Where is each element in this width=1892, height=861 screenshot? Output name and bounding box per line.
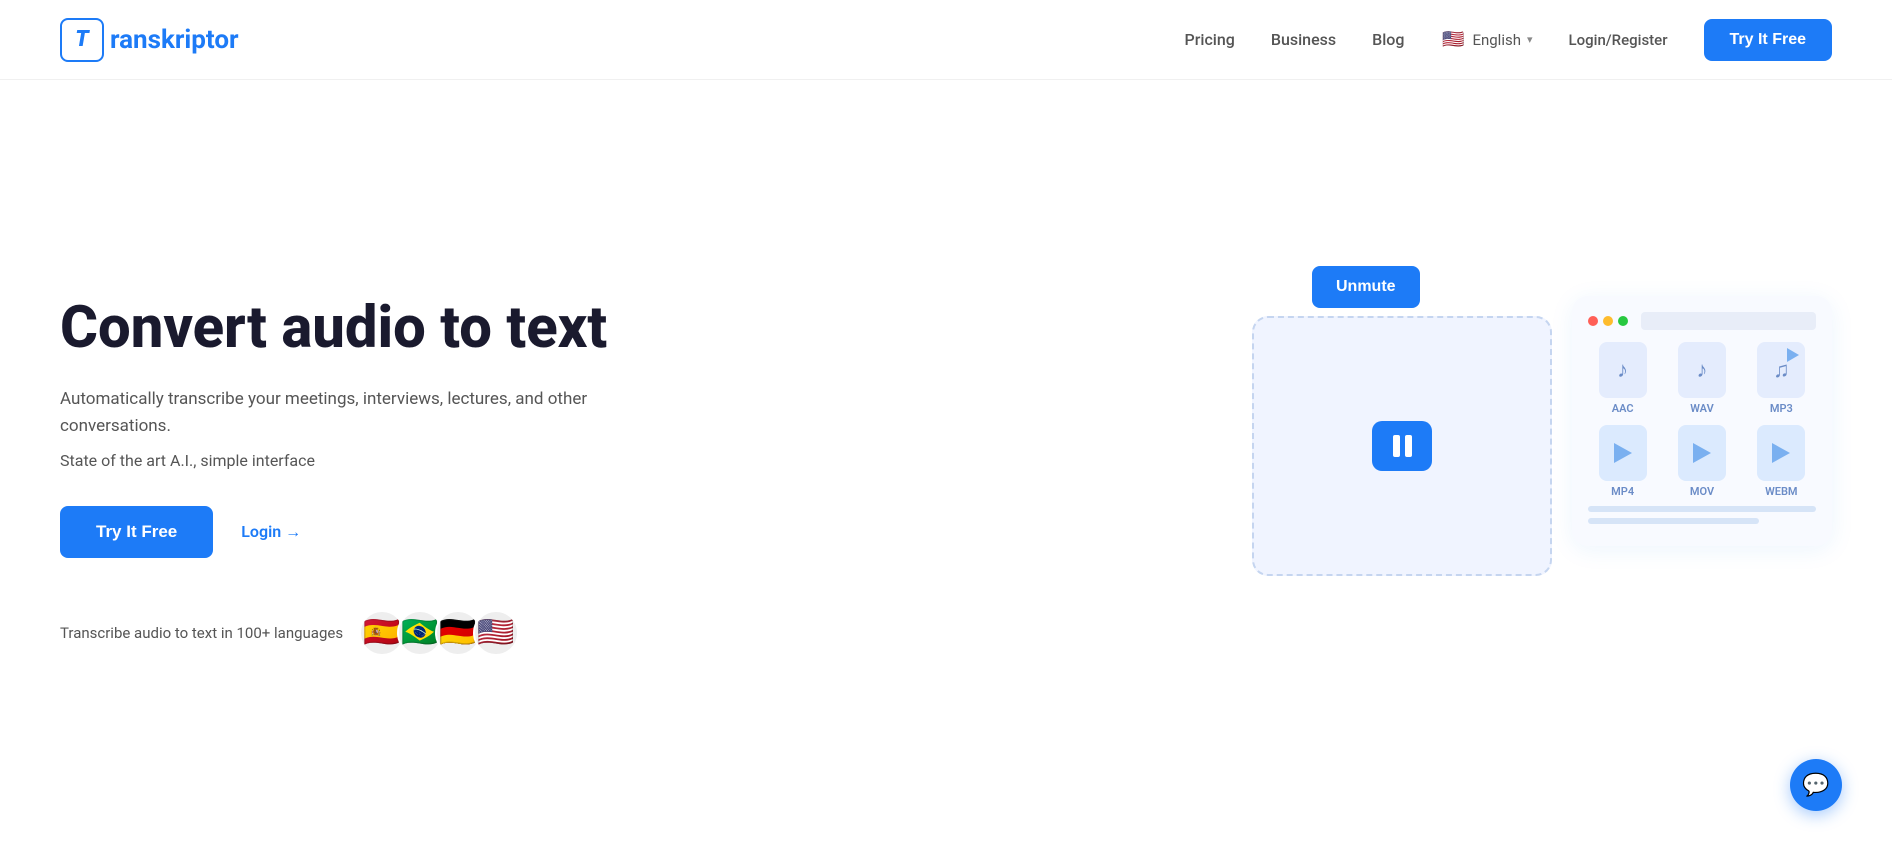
hero-subtitle2: State of the art A.I., simple interface <box>60 451 640 470</box>
pause-icon <box>1393 435 1412 457</box>
logo-text: ranskriptor <box>110 25 239 55</box>
file-label-webm: WEBM <box>1765 485 1797 498</box>
pause-button[interactable] <box>1372 421 1432 471</box>
login-link[interactable]: Login → <box>241 522 301 542</box>
flag-usa: 🇺🇸 <box>473 610 519 656</box>
flags-group: 🇪🇸 🇧🇷 🇩🇪 🇺🇸 <box>359 610 519 656</box>
play-triangle-mov <box>1693 443 1711 463</box>
files-card: ♪ AAC ♪ WAV ♫ MP3 <box>1572 296 1832 546</box>
language-label: English <box>1472 31 1521 49</box>
file-icon-mov <box>1678 425 1726 481</box>
hero-illustration: Unmute ♪ <box>1252 266 1832 686</box>
try-it-free-nav-button[interactable]: Try It Free <box>1704 19 1832 61</box>
hero-buttons: Try It Free Login → <box>60 506 640 558</box>
pause-bar-right <box>1405 435 1412 457</box>
music-note-wav-icon: ♪ <box>1696 357 1707 383</box>
chat-icon: 💬 <box>1802 773 1829 798</box>
music-note-icon: ♪ <box>1617 357 1628 383</box>
try-it-free-hero-button[interactable]: Try It Free <box>60 506 213 558</box>
file-icon-mp3: ♫ <box>1757 342 1805 398</box>
file-icon-mp4 <box>1599 425 1647 481</box>
hero-left-content: Convert audio to text Automatically tran… <box>60 295 640 655</box>
play-triangle-mp4 <box>1614 443 1632 463</box>
file-mp4: MP4 <box>1588 425 1657 498</box>
search-bar <box>1641 312 1816 330</box>
nav-pricing[interactable]: Pricing <box>1185 30 1235 49</box>
file-label-mov: MOV <box>1690 485 1714 498</box>
hero-subtitle1: Automatically transcribe your meetings, … <box>60 386 640 440</box>
file-webm: WEBM <box>1747 425 1816 498</box>
file-label-aac: AAC <box>1612 402 1634 415</box>
chevron-down-icon: ▾ <box>1527 33 1533 46</box>
hero-languages: Transcribe audio to text in 100+ languag… <box>60 610 640 656</box>
hero-section: Convert audio to text Automatically tran… <box>0 80 1892 861</box>
browser-dots <box>1588 312 1816 330</box>
play-triangle-webm <box>1772 443 1790 463</box>
nav-blog[interactable]: Blog <box>1372 30 1404 49</box>
pause-bar-left <box>1393 435 1400 457</box>
files-grid: ♪ AAC ♪ WAV ♫ MP3 <box>1588 342 1816 498</box>
navbar: T ranskriptor Pricing Business Blog 🇺🇸 E… <box>0 0 1892 80</box>
dot-yellow <box>1603 316 1613 326</box>
nav-links: Pricing Business Blog 🇺🇸 English ▾ Login… <box>1185 19 1833 61</box>
login-register-link[interactable]: Login/Register <box>1569 31 1668 49</box>
text-line-2 <box>1588 518 1759 524</box>
play-icon-mp3 <box>1787 348 1799 362</box>
file-icon-webm <box>1757 425 1805 481</box>
hero-title: Convert audio to text <box>60 295 640 362</box>
file-wav: ♪ WAV <box>1667 342 1736 415</box>
chat-support-button[interactable]: 💬 <box>1790 759 1842 811</box>
languages-text: Transcribe audio to text in 100+ languag… <box>60 624 343 642</box>
us-flag-icon: 🇺🇸 <box>1440 27 1466 53</box>
logo-link[interactable]: T ranskriptor <box>60 18 239 62</box>
file-mp3: ♫ MP3 <box>1747 342 1816 415</box>
file-label-mp3: MP3 <box>1770 402 1793 415</box>
file-aac: ♪ AAC <box>1588 342 1657 415</box>
file-icon-aac: ♪ <box>1599 342 1647 398</box>
language-selector[interactable]: 🇺🇸 English ▾ <box>1440 27 1532 53</box>
dot-green <box>1618 316 1628 326</box>
unmute-button[interactable]: Unmute <box>1312 266 1420 308</box>
file-icon-wav: ♪ <box>1678 342 1726 398</box>
file-label-wav: WAV <box>1690 402 1713 415</box>
text-lines-area <box>1588 506 1816 524</box>
nav-business[interactable]: Business <box>1271 30 1336 49</box>
file-mov: MOV <box>1667 425 1736 498</box>
text-line-1 <box>1588 506 1816 512</box>
dot-red <box>1588 316 1598 326</box>
player-card <box>1252 316 1552 576</box>
file-label-mp4: MP4 <box>1611 485 1634 498</box>
logo-icon: T <box>60 18 104 62</box>
